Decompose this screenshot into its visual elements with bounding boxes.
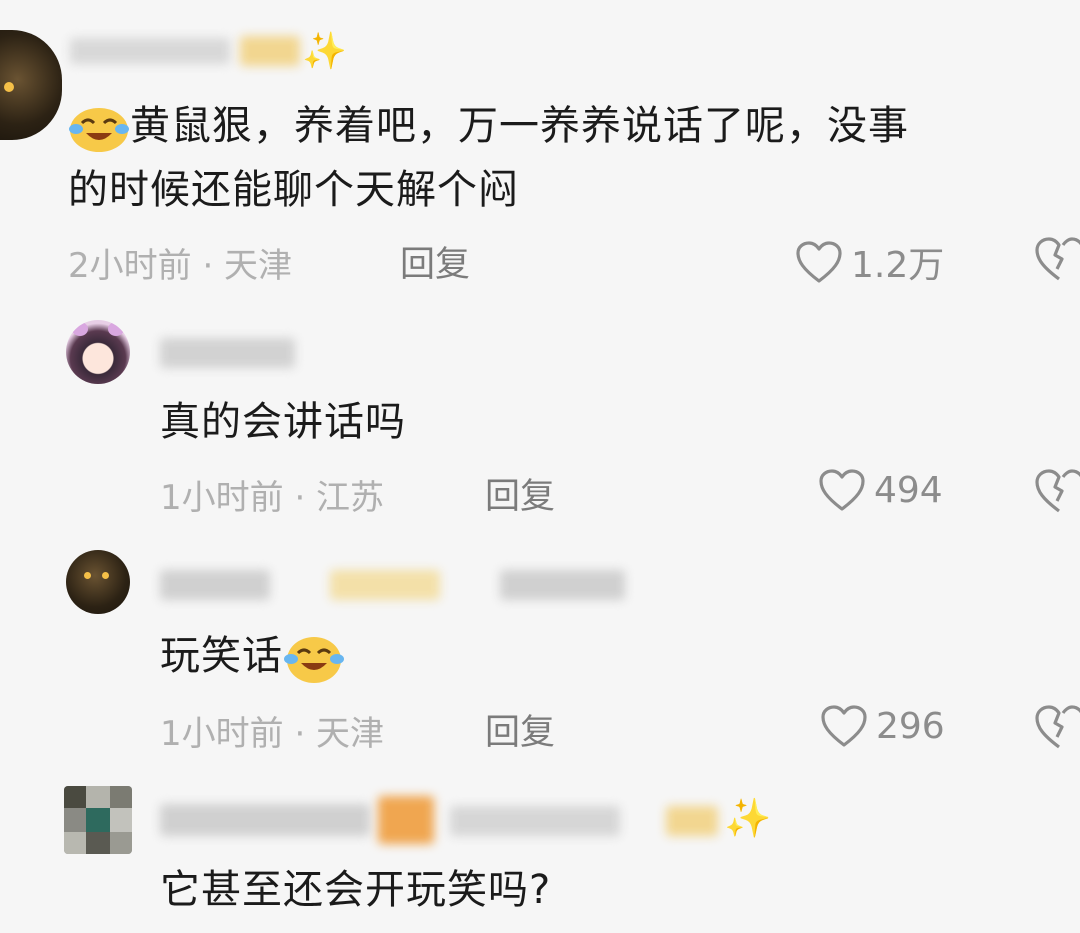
like-count: 1.2万 [851,245,945,286]
comment-text[interactable]: 它甚至还会开玩笑吗? [160,860,551,920]
avatar[interactable] [66,550,130,614]
username-blurred[interactable] [70,38,230,64]
heart-outline-icon [819,469,865,511]
reply-button[interactable]: 回复 [400,236,470,287]
comment-text[interactable]: 真的会讲话吗 [160,392,406,452]
broken-heart-icon[interactable] [1034,236,1080,282]
comment-text-line: 黄鼠狠，养着吧，万一养养说话了呢，没事 [130,103,909,149]
broken-heart-icon[interactable] [1034,468,1080,514]
like-count: 296 [876,705,945,747]
username-blurred[interactable] [160,338,295,368]
comment-meta: 1小时前 · 天津 [160,714,385,754]
comment-text[interactable]: 玩笑话 [160,626,345,686]
heart-outline-icon [821,705,867,747]
reply-button[interactable]: 回复 [485,468,555,519]
sparkle-icon: ✨ [302,31,347,72]
avatar[interactable] [0,30,62,140]
comment-text-line: 玩笑话 [160,633,283,679]
broken-heart-icon[interactable] [1034,704,1080,750]
username-blurred[interactable] [160,804,370,836]
crying-laughing-emoji [69,108,129,152]
username-blurred [666,806,718,836]
like-count: 494 [874,469,943,511]
username-blurred[interactable] [160,570,270,600]
avatar[interactable] [66,320,130,384]
like-button[interactable]: 296 [820,704,945,748]
like-button[interactable]: 494 [818,468,943,512]
sparkle-icon: ✨ [724,796,772,840]
like-button[interactable]: 1.2万 [795,236,944,288]
username-blurred [450,806,620,836]
username-blurred [500,570,625,600]
comment-meta: 1小时前 · 江苏 [160,478,385,518]
username-blurred [330,570,440,600]
reply-button[interactable]: 回复 [485,704,555,755]
comment-text-line: 的时候还能聊个天解个闷 [68,167,519,213]
username-blurred [378,796,434,844]
comment-text[interactable]: 黄鼠狠，养着吧，万一养养说话了呢，没事 [68,96,909,156]
heart-outline-icon [796,241,842,283]
crying-laughing-emoji [284,637,344,683]
comment-meta: 2小时前 · 天津 [68,246,293,286]
username-blurred [240,36,300,66]
avatar[interactable] [64,786,132,854]
